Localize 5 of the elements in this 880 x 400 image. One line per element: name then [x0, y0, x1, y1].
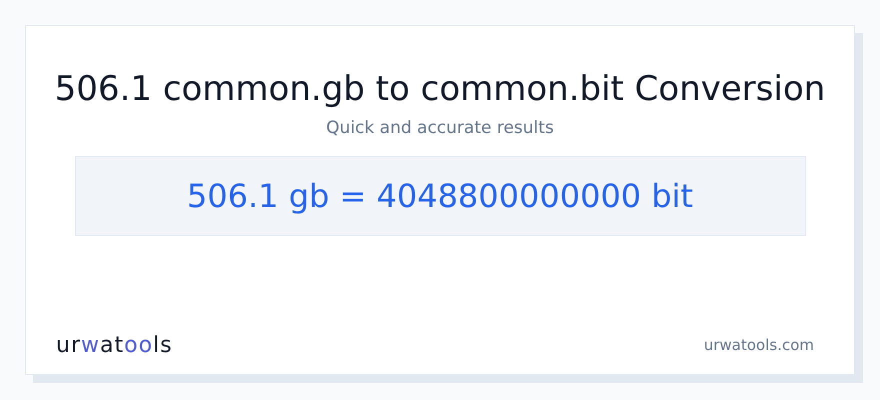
logo: urwatools [56, 332, 173, 360]
page-title: 506.1 common.gb to common.bit Conversion [54, 68, 826, 110]
subtitle: Quick and accurate results [326, 117, 554, 140]
site-link[interactable]: urwatools.com [704, 334, 814, 356]
result-panel: 506.1 gb = 4048800000000 bit [74, 156, 806, 236]
